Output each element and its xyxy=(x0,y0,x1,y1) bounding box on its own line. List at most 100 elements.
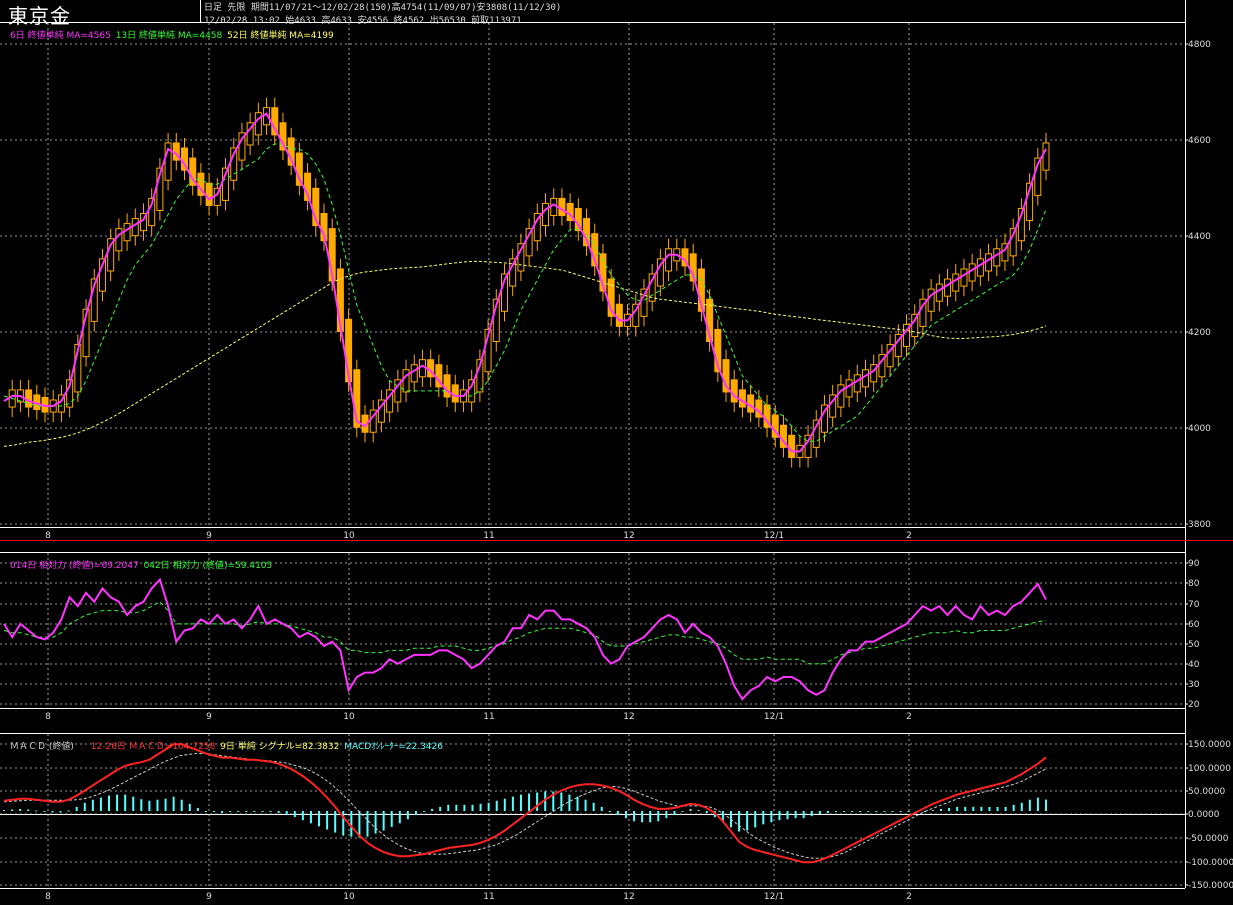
oscillator-bar xyxy=(826,811,829,814)
candle-body xyxy=(443,374,451,398)
x-tick-label: 12 xyxy=(623,531,634,541)
header-line-1: 日足 先限 期間11/07/21～12/02/28(150)高4754(11/0… xyxy=(204,3,562,13)
legend-ma-13: 13日 終値単純 MA=4458 xyxy=(115,31,223,41)
candle-body xyxy=(730,379,738,403)
oscillator-bar xyxy=(487,802,490,811)
oscillator-bar xyxy=(196,807,199,811)
y-tick-label: 4600 xyxy=(1188,136,1211,146)
oscillator-bar xyxy=(67,810,70,812)
oscillator-bar xyxy=(156,799,159,811)
oscillator-bar xyxy=(536,792,539,811)
macd-legend: ＭＡＣＤ (終値) 12-26日 ＭＡＣＤ=104.7258 9日 単純 シグナ… xyxy=(10,739,445,752)
oscillator-bar xyxy=(964,806,967,811)
oscillator-bar xyxy=(770,811,773,823)
y-tick-label: 4400 xyxy=(1188,232,1211,242)
candle-body xyxy=(402,369,410,393)
x-tick-label: 10 xyxy=(343,712,355,722)
x-tick-label: 10 xyxy=(343,531,355,541)
legend-oscillator: MACDｵｼﾚｰﾀｰ=22.3426 xyxy=(344,742,443,752)
candle-body xyxy=(837,384,845,408)
candle-body xyxy=(131,218,139,237)
y-tick-label: 40 xyxy=(1188,660,1200,670)
oscillator-bar xyxy=(455,804,458,811)
oscillator-bar xyxy=(51,811,54,813)
oscillator-bar xyxy=(164,798,167,811)
oscillator-bar xyxy=(374,811,377,834)
oscillator-bar xyxy=(899,811,902,813)
legend-ma-52: 52日 終値単純 MA=4199 xyxy=(227,31,334,41)
oscillator-bar xyxy=(406,811,409,820)
candle-body xyxy=(853,374,861,393)
oscillator-bar xyxy=(423,811,426,813)
y-tick-label: 20 xyxy=(1188,700,1200,710)
candle-body xyxy=(952,273,960,292)
y-tick-label: 70 xyxy=(1188,600,1200,610)
oscillator-bar xyxy=(1004,806,1007,811)
oscillator-bar xyxy=(875,811,878,813)
oscillator-bar xyxy=(883,811,886,813)
oscillator-bar xyxy=(83,802,86,811)
y-tick-label: 60 xyxy=(1188,620,1200,630)
oscillator-bar xyxy=(503,798,506,811)
oscillator-bar xyxy=(608,811,611,812)
oscillator-bar xyxy=(35,810,38,812)
oscillator-bar xyxy=(59,811,62,813)
x-tick-label: 12 xyxy=(623,712,634,722)
candle-body xyxy=(205,182,213,206)
oscillator-bar xyxy=(681,811,684,812)
chart-title: 東京金 xyxy=(8,4,71,28)
oscillator-bar xyxy=(818,811,821,815)
x-tick-label: 11 xyxy=(483,531,494,541)
oscillator-bar xyxy=(180,799,183,811)
oscillator-bar xyxy=(318,811,321,827)
oscillator-bar xyxy=(689,808,692,811)
y-tick-label: 90 xyxy=(1188,559,1200,569)
oscillator-bar xyxy=(398,811,401,824)
candle-body xyxy=(254,112,262,136)
candle-body xyxy=(976,258,984,277)
oscillator-bar xyxy=(27,809,30,811)
oscillator-bar xyxy=(519,794,522,811)
oscillator-bar xyxy=(972,806,975,811)
x-tick-label: 11 xyxy=(483,892,494,902)
oscillator-bar xyxy=(439,806,442,811)
oscillator-bar xyxy=(11,809,14,811)
legend-rsi-42: 042日 相対力 (終値)=59.4105 xyxy=(143,561,273,571)
y-tick-label: 100.0000 xyxy=(1188,764,1231,774)
oscillator-bar xyxy=(382,811,385,831)
candle-body xyxy=(558,197,566,217)
oscillator-bar xyxy=(616,811,619,816)
oscillator-bar xyxy=(229,811,232,813)
y-tick-label: 50 xyxy=(1188,640,1200,650)
oscillator-bar xyxy=(802,811,805,819)
oscillator-bar xyxy=(956,806,959,811)
oscillator-bar xyxy=(277,811,280,814)
candle-body xyxy=(418,359,426,378)
oscillator-bar xyxy=(350,811,353,837)
oscillator-bar xyxy=(600,806,603,811)
oscillator-bar xyxy=(309,811,312,824)
oscillator-bar xyxy=(43,811,46,812)
candle-body xyxy=(985,253,993,272)
x-tick-label: 10 xyxy=(343,892,355,902)
legend-ma-6: 6日 終値単純 MA=4565 xyxy=(10,31,111,41)
legend-macd-label: ＭＡＣＤ (終値) xyxy=(10,742,74,752)
oscillator-bar xyxy=(673,811,676,816)
y-tick-label: 4800 xyxy=(1188,40,1211,50)
x-tick-label: 2 xyxy=(906,531,912,541)
x-tick-label: 12 xyxy=(623,892,634,902)
oscillator-bar xyxy=(697,809,700,811)
candle-body xyxy=(861,369,869,388)
oscillator-bar xyxy=(1012,804,1015,811)
signal-line xyxy=(3,753,1047,859)
oscillator-bar xyxy=(213,811,216,813)
x-tick-label: 8 xyxy=(45,892,51,902)
oscillator-bar xyxy=(204,811,207,812)
oscillator-bar xyxy=(641,811,644,823)
oscillator-bar xyxy=(665,811,668,819)
x-tick-label: 11 xyxy=(483,712,494,722)
oscillator-bar xyxy=(463,804,466,811)
x-tick-label: 8 xyxy=(45,712,51,722)
y-tick-label: 4000 xyxy=(1188,424,1211,434)
oscillator-bar xyxy=(657,811,660,822)
